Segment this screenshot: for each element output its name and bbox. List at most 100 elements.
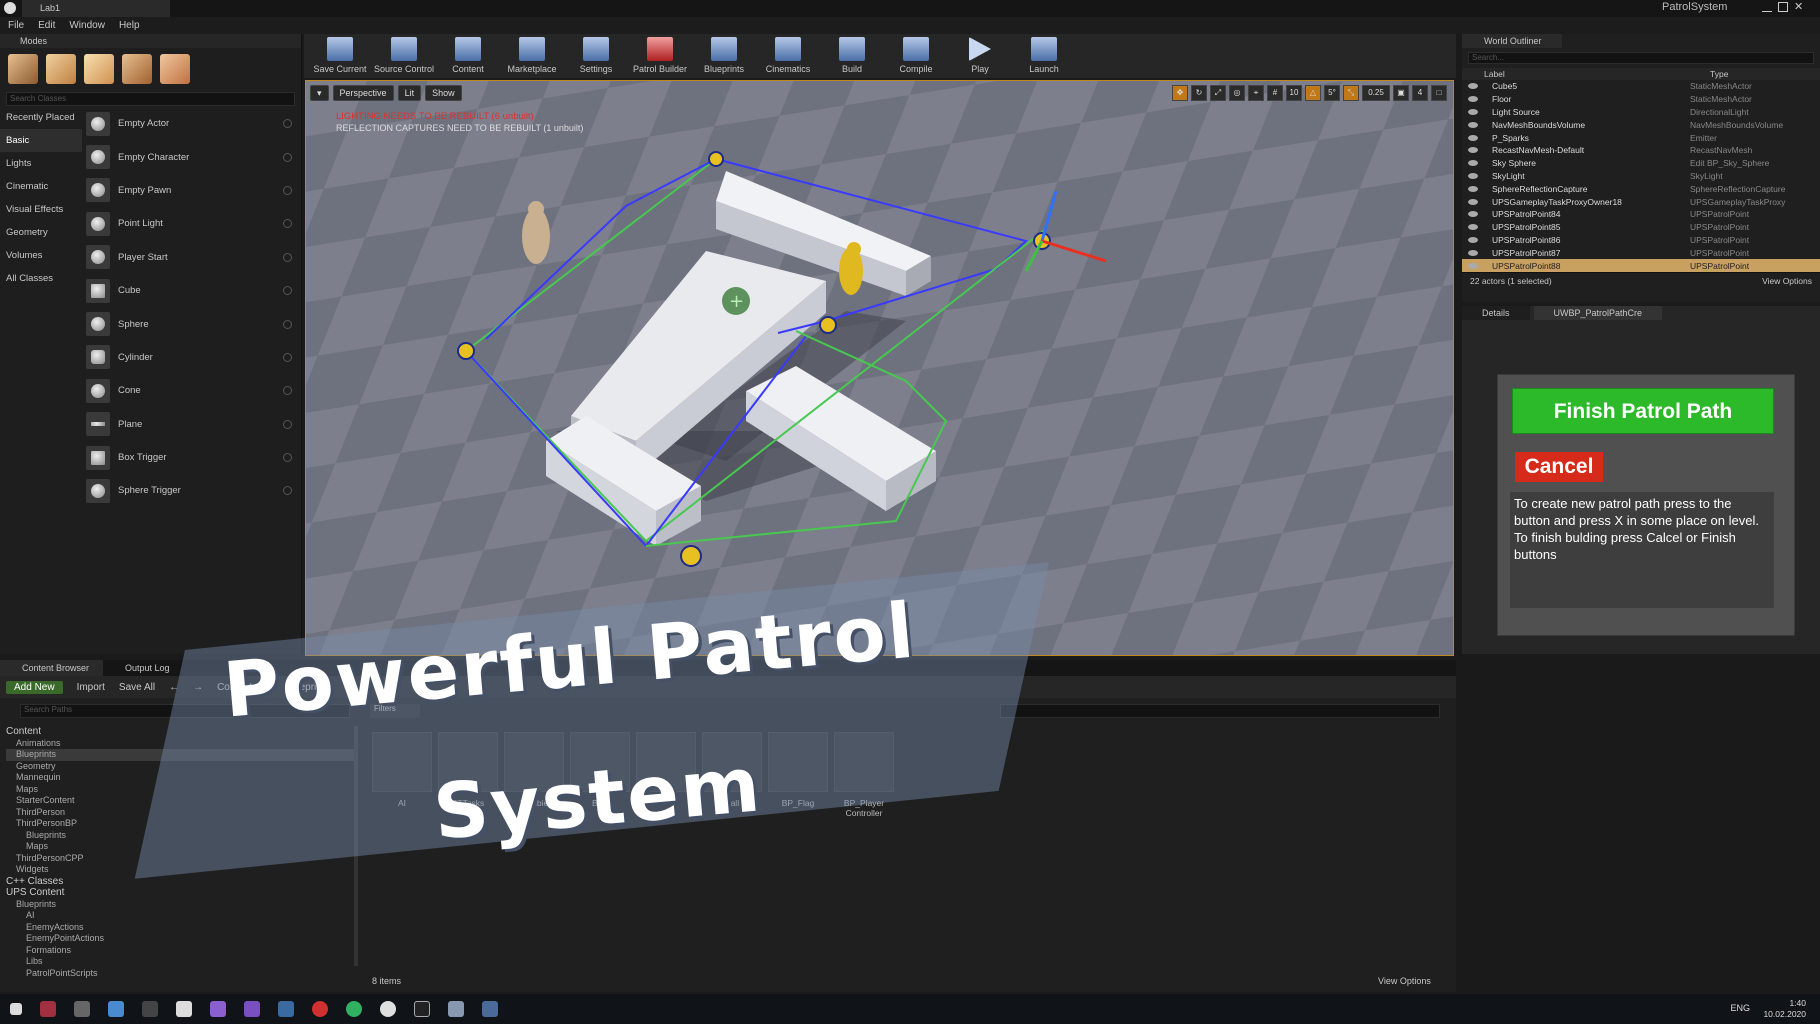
outliner-row[interactable]: UPSPatrolPoint86 UPSPatrolPoint [1462,234,1820,247]
place-item[interactable]: Plane [86,408,298,441]
search-assets-input[interactable] [1000,704,1440,718]
outliner-row[interactable]: SkyLight SkyLight [1462,170,1820,183]
outliner-row[interactable]: SphereReflectionCapture SphereReflectionC… [1462,182,1820,195]
close-icon[interactable]: ✕ [1794,2,1804,13]
scale-icon[interactable]: ⤢ [1210,85,1226,101]
app-icon[interactable] [40,1001,56,1017]
menu-file[interactable]: File [8,20,24,31]
app-icon[interactable] [176,1001,192,1017]
outliner-row[interactable]: NavMeshBoundsVolume NavMeshBoundsVolume [1462,118,1820,131]
grid-snap-value[interactable]: 10 [1286,85,1302,101]
app-icon[interactable] [482,1001,498,1017]
help-icon[interactable] [283,352,292,362]
help-icon[interactable] [283,152,292,162]
visibility-eye-icon[interactable] [1468,185,1478,192]
place-item[interactable]: Player Start [86,241,298,274]
help-icon[interactable] [283,185,292,195]
folder-item[interactable]: Blueprints [6,899,354,911]
place-item[interactable]: Box Trigger [86,441,298,474]
output-log-tab[interactable]: Output Log [103,660,184,676]
patrol-point-marker[interactable] [457,342,475,360]
chrome-icon[interactable] [380,1001,396,1017]
rotate-icon[interactable]: ↻ [1191,85,1207,101]
app-icon[interactable] [448,1001,464,1017]
language-indicator[interactable]: ENG [1730,1003,1750,1013]
outliner-row[interactable]: UPSPatrolPoint88 UPSPatrolPoint [1462,259,1820,272]
folder-item[interactable]: AI [6,910,354,922]
content-button[interactable]: Content [436,37,500,78]
steam-icon[interactable] [278,1001,294,1017]
terminal-icon[interactable] [142,1001,158,1017]
cinematics-button[interactable]: Cinematics [756,37,820,78]
folder-item[interactable]: Libs [6,956,354,968]
details-tab[interactable]: Details [1462,306,1530,320]
category-visual-effects[interactable]: Visual Effects [0,198,82,221]
record-icon[interactable] [312,1001,328,1017]
visual-studio-icon[interactable] [244,1001,260,1017]
surface-snap-icon[interactable]: ⌖ [1248,85,1264,101]
lit-button[interactable]: Lit [397,85,422,101]
patrol-point-marker[interactable] [708,151,724,167]
place-item[interactable]: Sphere [86,307,298,340]
place-item[interactable]: Empty Pawn [86,174,298,207]
category-all-classes[interactable]: All Classes [0,267,82,290]
import-button[interactable]: Import [77,682,105,693]
camera-speed-value[interactable]: 4 [1412,85,1428,101]
browser-icon[interactable] [108,1001,124,1017]
patrol-point-marker[interactable] [680,545,702,567]
patrol-builder-button[interactable]: Patrol Builder [628,37,692,78]
file-explorer-icon[interactable] [74,1001,90,1017]
place-mode-icon[interactable] [8,54,38,84]
place-item[interactable]: Sphere Trigger [86,474,298,507]
visibility-eye-icon[interactable] [1468,224,1478,231]
search-classes-input[interactable]: Search Classes [6,92,295,106]
patrol-point-marker[interactable] [819,316,837,334]
visibility-eye-icon[interactable] [1468,172,1478,179]
place-item[interactable]: Cone [86,374,298,407]
rotation-snap-icon[interactable]: △ [1305,85,1321,101]
help-icon[interactable] [283,286,292,296]
folder-item[interactable]: UPS Content [6,887,354,899]
help-icon[interactable] [283,252,292,262]
outliner-row[interactable]: UPSPatrolPoint87 UPSPatrolPoint [1462,246,1820,259]
finish-patrol-path-button[interactable]: Finish Patrol Path [1512,388,1774,434]
landscape-mode-icon[interactable] [84,54,114,84]
scene-render[interactable]: + [306,81,1454,656]
type-column-header[interactable]: Type [1710,68,1728,80]
help-icon[interactable] [283,319,292,329]
level-viewport[interactable]: + ▾ Perspective Lit Show LIGHTING NEEDS … [305,80,1454,656]
visibility-eye-icon[interactable] [1468,134,1478,141]
folder-item[interactable]: PatrolPointScripts [6,968,354,980]
settings-button[interactable]: Settings [564,37,628,78]
visibility-eye-icon[interactable] [1468,249,1478,256]
category-basic[interactable]: Basic [0,129,82,152]
outliner-row[interactable]: Cube5 StaticMeshActor [1462,80,1820,93]
perspective-button[interactable]: Perspective [332,85,394,101]
maximize-icon[interactable] [1778,2,1788,12]
maximize-viewport-icon[interactable]: □ [1431,85,1447,101]
scale-snap-icon[interactable]: ⤡ [1343,85,1359,101]
folder-item[interactable]: Formations [6,945,354,957]
folder-item[interactable]: C++ Classes [6,876,354,888]
category-recently-placed[interactable]: Recently Placed [0,106,82,129]
patrol-path-widget-tab[interactable]: UWBP_PatrolPathCre [1533,306,1663,320]
outliner-row[interactable]: UPSPatrolPoint85 UPSPatrolPoint [1462,221,1820,234]
category-volumes[interactable]: Volumes [0,244,82,267]
visibility-eye-icon[interactable] [1468,147,1478,154]
build-button[interactable]: Build [820,37,884,78]
help-icon[interactable] [283,219,292,229]
outliner-row[interactable]: RecastNavMesh-Default RecastNavMesh [1462,144,1820,157]
camera-speed-icon[interactable]: ▣ [1393,85,1409,101]
visibility-eye-icon[interactable] [1468,96,1478,103]
visibility-eye-icon[interactable] [1468,236,1478,243]
visibility-eye-icon[interactable] [1468,160,1478,167]
system-clock[interactable]: 1:40 10.02.2020 [1763,998,1806,1020]
world-icon[interactable]: ◎ [1229,85,1245,101]
help-icon[interactable] [283,386,292,396]
folder-item[interactable]: EnemyActions [6,922,354,934]
content-view-options-button[interactable]: View Options [1378,976,1431,986]
outliner-search-input[interactable]: Search... [1468,52,1814,64]
help-icon[interactable] [283,453,292,463]
place-item[interactable]: Empty Character [86,140,298,173]
place-item[interactable]: Cylinder [86,341,298,374]
